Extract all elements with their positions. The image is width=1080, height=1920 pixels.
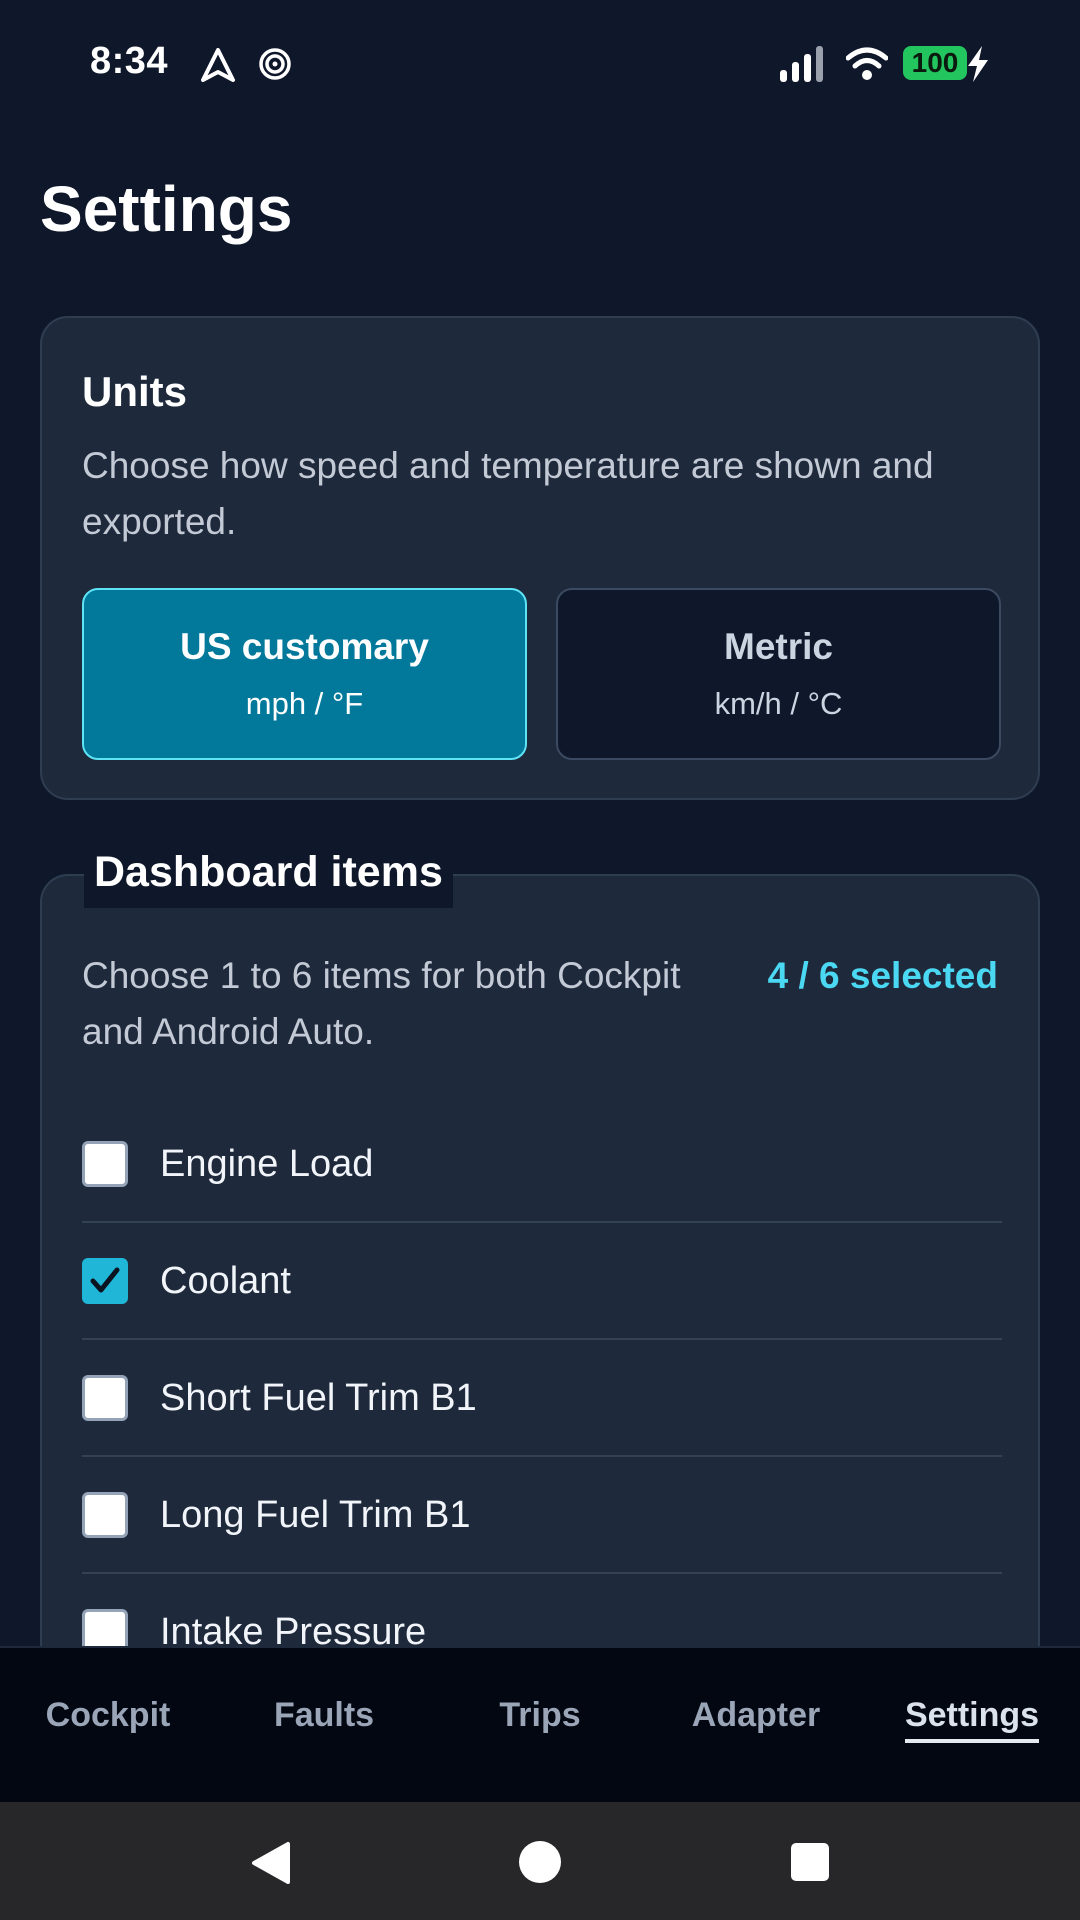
unit-option-name: US customary (180, 626, 429, 667)
tab-label: Cockpit (45, 1696, 171, 1734)
units-card: Units Choose how speed and temperature a… (40, 316, 1040, 800)
back-icon[interactable] (248, 1840, 292, 1886)
unit-option-sub: mph / °F (245, 686, 364, 721)
tab-label: Trips (499, 1696, 581, 1734)
system-nav-bar (0, 1802, 1080, 1920)
checkbox-unchecked[interactable] (82, 1141, 128, 1187)
checkmark-icon (90, 1267, 120, 1293)
wifi-icon (846, 47, 888, 80)
home-icon[interactable] (518, 1840, 562, 1884)
tab-label: Adapter (691, 1696, 821, 1734)
charging-bolt-icon (968, 46, 988, 82)
dashboard-items-list: Engine Load Coolant Short Fuel Trim B1 L… (82, 1106, 1002, 1691)
unit-option-us-customary[interactable]: US customary mph / °F (82, 588, 527, 760)
navigation-arrow-icon (201, 48, 235, 82)
tab-label: Faults (273, 1696, 375, 1734)
dashboard-items-description: Choose 1 to 6 items for both Cockpit and… (82, 955, 681, 1052)
dashboard-item-label: Short Fuel Trim B1 (160, 1377, 477, 1419)
units-description: Choose how speed and temperature are sho… (82, 445, 934, 542)
status-time: 8:34 (90, 40, 169, 82)
tab-faults[interactable]: Faults (216, 1696, 432, 1739)
tab-label: Settings (904, 1696, 1040, 1743)
hotspot-icon (259, 48, 291, 80)
page-title: Settings (40, 173, 293, 245)
checkbox-unchecked[interactable] (82, 1492, 128, 1538)
dashboard-item-coolant[interactable]: Coolant (82, 1223, 1002, 1340)
unit-option-sub: km/h / °C (714, 686, 843, 721)
tab-adapter[interactable]: Adapter (648, 1696, 864, 1739)
dashboard-item-label: Long Fuel Trim B1 (160, 1494, 471, 1536)
bottom-nav: Cockpit Faults Trips Adapter Settings (0, 1646, 1080, 1802)
checkbox-unchecked[interactable] (82, 1375, 128, 1421)
dashboard-item-label: Engine Load (160, 1143, 374, 1185)
selected-count-badge: 4 / 6 selected (767, 955, 998, 996)
recents-icon[interactable] (790, 1842, 830, 1882)
status-bar: 8:34 100 (0, 0, 1080, 130)
checkbox-checked[interactable] (82, 1258, 128, 1304)
units-title: Units (82, 368, 187, 415)
dashboard-item-engine-load[interactable]: Engine Load (82, 1106, 1002, 1223)
dashboard-item-short-fuel-trim-b1[interactable]: Short Fuel Trim B1 (82, 1340, 1002, 1457)
tab-cockpit[interactable]: Cockpit (0, 1696, 216, 1739)
tab-settings[interactable]: Settings (864, 1696, 1080, 1743)
tab-trips[interactable]: Trips (432, 1696, 648, 1739)
signal-icon (780, 46, 823, 82)
battery-icon: 100 (903, 46, 967, 80)
unit-option-name: Metric (724, 626, 833, 667)
dashboard-item-label: Coolant (160, 1260, 291, 1302)
unit-option-metric[interactable]: Metric km/h / °C (556, 588, 1001, 760)
dashboard-items-title: Dashboard items (84, 836, 453, 908)
dashboard-item-long-fuel-trim-b1[interactable]: Long Fuel Trim B1 (82, 1457, 1002, 1574)
